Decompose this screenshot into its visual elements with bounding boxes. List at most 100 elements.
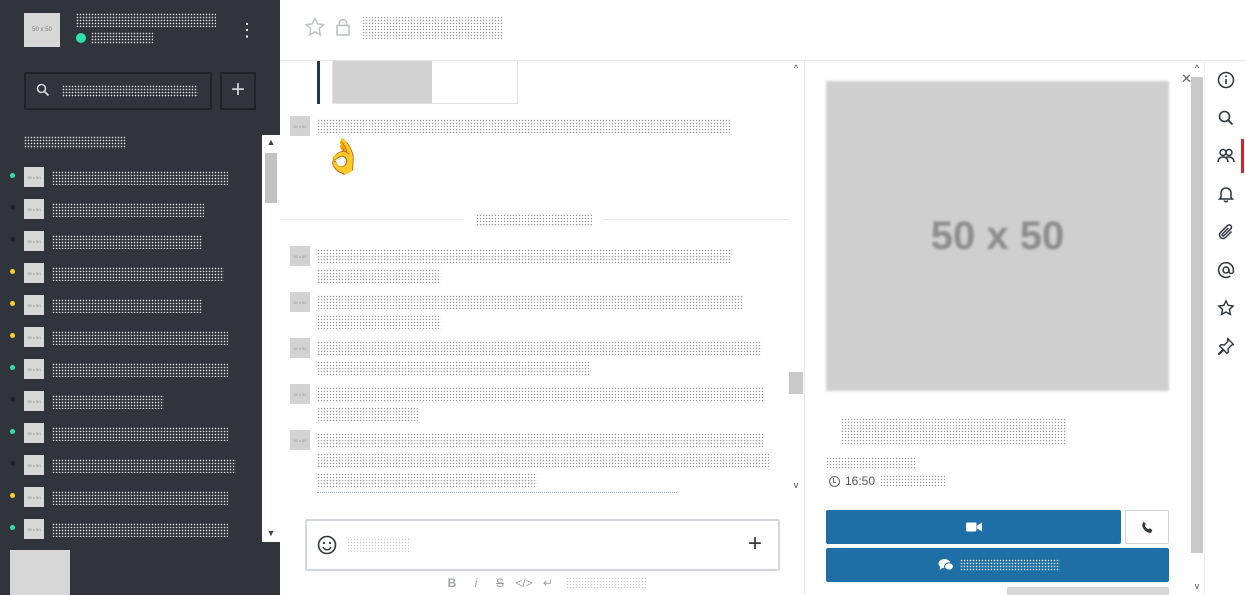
status-away-icon — [10, 333, 15, 338]
pinned-messages-button[interactable] — [1205, 327, 1245, 365]
search-icon — [1218, 110, 1233, 126]
message-avatar[interactable]: 50 x 50 — [290, 384, 310, 404]
user-info-panel: ✕ 50 x 50 16:50 ^ v — [804, 61, 1204, 595]
search-messages-button[interactable] — [1205, 99, 1245, 137]
bold-button[interactable]: B — [440, 576, 464, 590]
user-status-text — [91, 32, 153, 44]
direct-message-label — [960, 559, 1060, 571]
scroll-down-icon[interactable]: v — [1189, 581, 1205, 591]
sidebar-room-item[interactable]: 50 x 50 — [0, 450, 262, 482]
message-avatar[interactable]: 50 x 50 — [290, 246, 310, 266]
sidebar-room-item[interactable]: 50 x 50 — [0, 162, 262, 194]
sidebar-room-item[interactable]: 50 x 50 — [0, 514, 262, 542]
strike-button[interactable]: S — [488, 576, 512, 590]
room-avatar: 50 x 50 — [24, 263, 44, 283]
message-avatar[interactable]: 50 x 50 — [290, 338, 310, 358]
starred-messages-button[interactable] — [1205, 289, 1245, 327]
status-offline-icon — [10, 461, 15, 466]
sidebar-room-item[interactable]: 50 x 50 — [0, 386, 262, 418]
status-offline-icon — [10, 205, 15, 210]
sidebar-room-item[interactable]: 50 x 50 — [0, 290, 262, 322]
status-online-icon — [10, 525, 15, 530]
sidebar-room-item[interactable]: 50 x 50 — [0, 226, 262, 258]
scrollbar-thumb[interactable] — [789, 372, 803, 394]
status-online-icon — [10, 429, 15, 434]
user-avatar[interactable]: 50 x 50 — [24, 13, 60, 47]
scrollbar-thumb[interactable] — [265, 153, 277, 203]
room-name — [52, 363, 228, 377]
scroll-up-icon[interactable]: ▲ — [262, 137, 280, 149]
message-avatar[interactable]: 50 x 50 — [290, 116, 310, 136]
status-away-icon — [10, 301, 15, 306]
user-info-name — [841, 418, 1067, 446]
video-call-button[interactable] — [826, 510, 1121, 544]
scroll-up-icon[interactable]: ^ — [788, 63, 804, 73]
formatting-help-link[interactable] — [566, 576, 646, 590]
status-offline-icon — [10, 237, 15, 242]
scroll-down-icon[interactable]: v — [788, 480, 804, 490]
message-avatar[interactable]: 50 x 50 — [290, 292, 310, 312]
attachment-card[interactable] — [332, 61, 518, 104]
italic-button[interactable]: i — [464, 576, 488, 590]
sidebar-search[interactable] — [24, 72, 212, 110]
status-online-icon — [10, 173, 15, 178]
create-new-button[interactable]: + — [220, 72, 256, 110]
user-name[interactable] — [76, 13, 216, 27]
room-info-button[interactable] — [1205, 61, 1245, 99]
local-time-suffix — [880, 475, 947, 487]
info-icon — [1217, 71, 1234, 89]
user-info-username — [826, 457, 916, 469]
room-name — [52, 235, 202, 249]
attachment-image[interactable] — [333, 61, 432, 103]
room-name — [52, 427, 228, 441]
message-divider — [317, 492, 677, 493]
room-name — [52, 267, 224, 281]
room-name — [52, 523, 228, 537]
sidebar-room-item[interactable]: 50 x 50 — [0, 258, 262, 290]
message-input[interactable] — [347, 538, 409, 552]
kebab-menu-icon[interactable]: ⋮ — [238, 18, 256, 42]
more-actions-button[interactable] — [1007, 587, 1169, 595]
message-composer[interactable]: + — [305, 519, 780, 571]
sidebar-room-item[interactable]: 50 x 50 — [0, 418, 262, 450]
room-avatar: 50 x 50 — [24, 423, 44, 443]
room-name — [52, 299, 202, 313]
room-name — [52, 203, 204, 217]
sidebar-room-item[interactable]: 50 x 50 — [0, 194, 262, 226]
date-divider-text — [476, 214, 592, 228]
room-avatar: 50 x 50 — [24, 487, 44, 507]
emoji-picker-icon[interactable] — [317, 535, 337, 555]
scroll-down-icon[interactable]: ▼ — [262, 528, 280, 540]
message-avatar[interactable]: 50 x 50 — [290, 430, 310, 450]
favorite-star-icon[interactable] — [304, 16, 326, 38]
multiline-button[interactable]: ↵ — [536, 576, 560, 590]
messages-scrollbar[interactable]: ^ v — [788, 61, 804, 495]
status-online-icon — [10, 365, 15, 370]
room-avatar: 50 x 50 — [24, 231, 44, 251]
add-action-icon[interactable]: + — [743, 532, 767, 556]
sidebar-room-item[interactable]: 50 x 50 — [0, 322, 262, 354]
files-button[interactable] — [1205, 213, 1245, 251]
sidebar-room-item[interactable]: 50 x 50 — [0, 354, 262, 386]
message-header — [317, 433, 763, 447]
user-info-avatar: 50 x 50 — [826, 81, 1169, 391]
room-name — [52, 171, 228, 185]
room-avatar: 50 x 50 — [24, 391, 44, 411]
members-button[interactable] — [1205, 137, 1245, 175]
notifications-button[interactable] — [1205, 175, 1245, 213]
scrollbar-thumb[interactable] — [1191, 77, 1203, 553]
scroll-up-icon[interactable]: ^ — [1189, 63, 1205, 73]
audio-call-button[interactable] — [1125, 510, 1169, 544]
clock-icon — [829, 475, 840, 487]
direct-message-button[interactable] — [826, 548, 1169, 582]
sidebar-scrollbar[interactable]: ▲ ▼ — [262, 135, 280, 542]
message-body — [317, 453, 769, 467]
paperclip-icon — [1218, 224, 1232, 240]
room-avatar: 50 x 50 — [24, 359, 44, 379]
panel-scrollbar[interactable]: ^ v — [1189, 61, 1205, 595]
message-header — [317, 341, 761, 355]
room-avatar: 50 x 50 — [24, 519, 44, 539]
code-button[interactable]: </> — [512, 576, 536, 590]
mentions-button[interactable] — [1205, 251, 1245, 289]
sidebar-room-item[interactable]: 50 x 50 — [0, 482, 262, 514]
